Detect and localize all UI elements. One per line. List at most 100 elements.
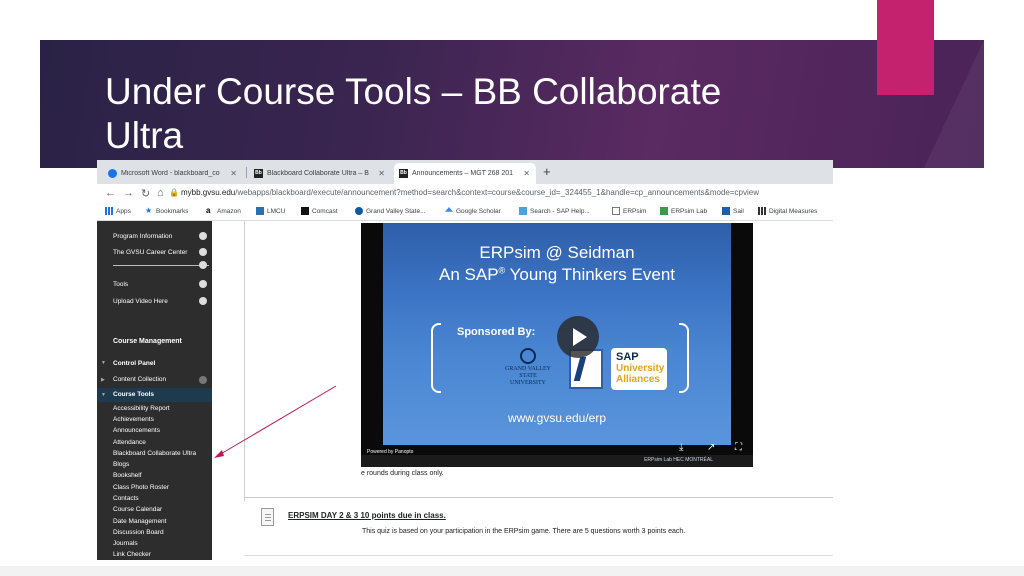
reload-icon[interactable]: ↻ [141,187,150,200]
announcements-content: ERPsim @ Seidman An SAP® Young Thinkers … [212,221,833,560]
menu-item-content-collection[interactable]: Content Collection [113,376,166,383]
tool-accessibility-report[interactable]: Accessibility Report [113,405,170,412]
content-divider [244,497,833,498]
tool-course-calendar[interactable]: Course Calendar [113,506,162,513]
content-left-rule [244,221,245,501]
tool-attendance[interactable]: Attendance [113,439,146,446]
tool-achievements[interactable]: Achievements [113,416,154,423]
bookmark-apps[interactable]: Apps [105,207,131,215]
close-tab-icon[interactable]: ✕ [523,169,530,178]
sap-icon [519,207,527,215]
tab-announcements[interactable]: Bb Announcements – MGT 268 201 ✕ [394,163,536,184]
bookmark-label: Sail [733,207,744,215]
url-host: mybb.gvsu.edu [181,188,236,197]
play-icon[interactable] [557,316,599,358]
tool-journals[interactable]: Journals [113,540,138,547]
course-management-heading: Course Management [113,338,182,345]
video-bottom-strip: ERPsim Lab HEC MONTRÉAL [361,455,753,467]
bookmark-sap-help[interactable]: Search - SAP Help... [519,207,590,215]
address-bar[interactable]: mybb.gvsu.edu/webapps/blackboard/execute… [181,188,759,197]
bookmark-sail[interactable]: Sail [722,207,744,215]
menu-item-upload-video[interactable]: Upload Video Here [113,298,168,305]
bookmark-label: Apps [116,207,131,215]
popout-icon[interactable]: ↗ [707,442,715,453]
comcast-icon [301,207,309,215]
amazon-icon: a [206,206,211,215]
bookmark-label: Search - SAP Help... [530,207,590,215]
seidman-logo-mark [573,357,601,381]
tab-word[interactable]: Microsoft Word - blackboard_co ✕ [103,163,243,184]
word-icon [108,169,117,178]
tab-bar: Microsoft Word - blackboard_co ✕ Bb Blac… [97,160,833,184]
tab-label: Blackboard Collaborate Ultra – B [267,170,369,177]
tool-link-checker[interactable]: Link Checker [113,551,151,558]
menu-item-career-center[interactable]: The GVSU Career Center [113,249,187,256]
url-path: /webapps/blackboard/execute/announcement… [235,188,759,197]
tool-class-photo-roster[interactable]: Class Photo Roster [113,484,169,491]
bookmark-gvsu[interactable]: Grand Valley State... [355,207,426,215]
video-subtitle-pre: An SAP [439,265,499,284]
bookmark-label: Amazon [217,207,241,215]
tool-date-management[interactable]: Date Management [113,518,166,525]
bookmark-bookmarks[interactable]: ★ Bookmarks [145,207,189,215]
tool-bookshelf[interactable]: Bookshelf [113,472,142,479]
tool-announcements[interactable]: Announcements [113,427,160,434]
bookmark-amazon[interactable]: a Amazon [206,207,241,215]
tab-label: Microsoft Word - blackboard_co [121,170,220,177]
quiz-title-link[interactable]: ERPSIM DAY 2 & 3 10 points due in class. [288,511,446,520]
back-icon[interactable]: ← [105,187,116,199]
menu-item-program-information[interactable]: Program Information [113,233,172,240]
menu-status-dot [199,261,207,269]
close-tab-icon[interactable]: ✕ [378,169,385,178]
new-tab-button[interactable]: + [543,164,551,179]
bookmark-digital-measures[interactable]: Digital Measures [758,207,817,215]
caret-down-icon[interactable]: ▼ [101,392,106,398]
star-icon: ★ [145,206,153,215]
menu-status-dot [199,297,207,305]
download-icon[interactable]: ⤓ [679,442,683,453]
browser-screenshot: Microsoft Word - blackboard_co ✕ Bb Blac… [97,160,833,560]
bookmark-erpsim-lab[interactable]: ERPsim Lab [660,207,707,215]
left-brace [431,323,441,393]
gvsu-logo: GRAND VALLEY STATE UNIVERSITY [503,348,553,387]
tab-collaborate[interactable]: Bb Blackboard Collaborate Ultra – B ✕ [249,163,391,184]
slide-title-line2: Ultra [105,115,184,156]
sap-logo-line2: University [616,363,665,374]
tool-blackboard-collaborate-ultra[interactable]: Blackboard Collaborate Ultra [113,450,196,457]
menu-item-control-panel[interactable]: Control Panel [113,360,155,367]
video-player[interactable]: ERPsim @ Seidman An SAP® Young Thinkers … [361,223,753,467]
scholar-icon [445,207,453,212]
menu-item-course-tools[interactable]: Course Tools [113,391,154,398]
gvsu-logo-mark [520,348,536,364]
bookmark-erpsim[interactable]: ERPsim [612,207,646,215]
video-subtitle: An SAP® Young Thinkers Event [383,265,731,285]
tab-label: Announcements – MGT 268 201 [412,170,514,177]
bookmark-lmcu[interactable]: LMCU [256,207,285,215]
slide-title: Under Course Tools – BB Collaborate Ultr… [105,70,865,158]
caret-right-icon[interactable]: ▶ [101,377,105,383]
slide-bottom-strip [0,566,1024,576]
gvsu-logo-line1: GRAND VALLEY [505,366,551,372]
menu-status-dot [199,376,207,384]
forward-icon[interactable]: → [123,187,134,199]
close-tab-icon[interactable]: ✕ [230,169,237,178]
tool-contacts[interactable]: Contacts [113,495,139,502]
bookmark-comcast[interactable]: Comcast [301,207,338,215]
bookmark-label: Google Scholar [456,207,501,215]
course-menu: Program Information The GVSU Career Cent… [97,221,212,560]
menu-status-dot [199,248,207,256]
bb-icon: Bb [254,169,263,178]
bookmarks-bar: Apps ★ Bookmarks a Amazon LMCU Comcast Gra… [97,204,833,221]
digital-measures-icon [758,207,766,215]
fullscreen-icon[interactable]: ⛶ [735,442,742,453]
home-icon[interactable]: ⌂ [157,187,164,199]
tool-discussion-board[interactable]: Discussion Board [113,529,164,536]
caret-down-icon[interactable]: ▼ [101,360,106,366]
bookmark-label: Comcast [312,207,338,215]
bookmark-google-scholar[interactable]: Google Scholar [445,207,501,215]
bb-icon: Bb [399,169,408,178]
menu-item-tools[interactable]: Tools [113,281,128,288]
gvsu-logo-line2: STATE UNIVERSITY [510,373,546,386]
erpsim-icon [612,207,620,215]
tool-blogs[interactable]: Blogs [113,461,129,468]
